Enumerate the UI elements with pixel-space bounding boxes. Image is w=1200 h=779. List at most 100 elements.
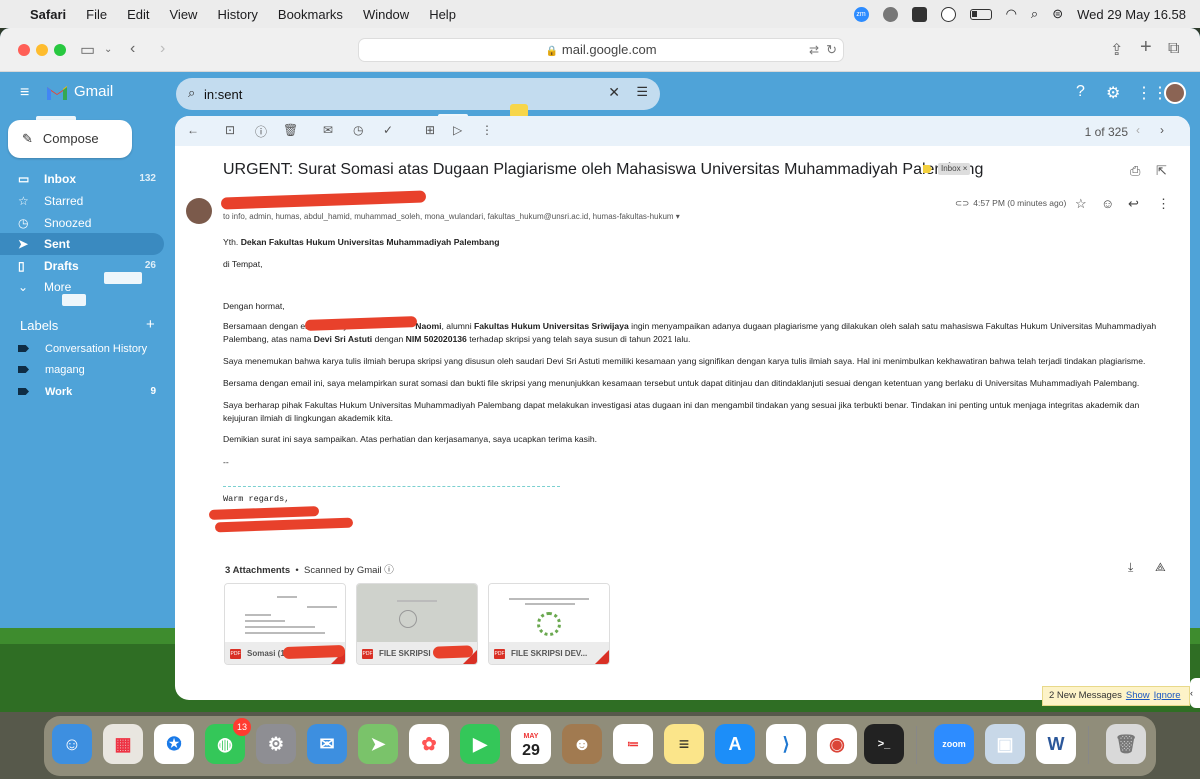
status-area: zm ◠ ⌕ ⊜ Wed 29 May 16.58: [853, 0, 1186, 28]
forward-icon[interactable]: ›: [160, 40, 165, 58]
back-icon[interactable]: ‹: [130, 40, 135, 58]
reminders-icon[interactable]: ≔: [613, 724, 653, 764]
maps-icon[interactable]: ➤: [358, 724, 398, 764]
notes-icon[interactable]: ≡: [664, 724, 704, 764]
share-icon[interactable]: ⇪: [1110, 40, 1123, 60]
menu-history[interactable]: History: [217, 7, 257, 22]
chevron-down-icon[interactable]: ⌄: [104, 44, 112, 55]
spotlight-icon[interactable]: ⌕: [1031, 6, 1038, 22]
delete-icon[interactable]: 🗑: [283, 123, 298, 137]
add-label-icon[interactable]: +: [146, 316, 155, 333]
menu-bookmarks[interactable]: Bookmarks: [278, 7, 343, 22]
calendar-icon[interactable]: MAY 29: [511, 724, 551, 764]
control-center-icon[interactable]: ⊜: [1052, 6, 1063, 22]
older-icon[interactable]: ›: [1160, 123, 1164, 137]
launchpad-icon[interactable]: ▦: [103, 724, 143, 764]
nav-more[interactable]: ⌄ More: [0, 276, 164, 298]
messages-icon[interactable]: ◍ 13: [205, 718, 251, 764]
download-all-icon[interactable]: ⤓: [1128, 560, 1133, 575]
message-more-icon[interactable]: ⋮: [1157, 196, 1170, 212]
label-work[interactable]: Work 9: [18, 381, 164, 403]
system-settings-icon[interactable]: ⚙: [256, 724, 296, 764]
show-link[interactable]: Show: [1126, 690, 1150, 701]
search-input[interactable]: [204, 84, 584, 104]
pdf-file-icon: PDF: [494, 649, 505, 659]
move-to-icon[interactable]: ⊞: [425, 123, 435, 137]
minimize-window-button[interactable]: [36, 44, 48, 56]
menu-window[interactable]: Window: [363, 7, 409, 22]
zoom-app-icon[interactable]: zoom: [934, 724, 974, 764]
label-icon[interactable]: ▷: [453, 123, 462, 137]
nav-starred[interactable]: ☆ Starred: [0, 190, 164, 212]
account-avatar[interactable]: [1164, 82, 1186, 104]
reload-icon[interactable]: ↻: [826, 39, 837, 61]
play-icon[interactable]: [940, 6, 956, 22]
translate-icon[interactable]: ⇄: [809, 39, 819, 61]
photos-icon[interactable]: ✿: [409, 724, 449, 764]
nav-drafts[interactable]: ▯ Drafts 26: [0, 255, 164, 277]
vpn-globe-icon[interactable]: [882, 6, 898, 22]
more-actions-icon[interactable]: ⋮: [481, 123, 493, 137]
menu-help[interactable]: Help: [429, 7, 456, 22]
menu-bar: Safari File Edit View History Bookmarks …: [0, 0, 1200, 28]
attachment-card[interactable]: FILE SKRIPSI DEV... PDF: [488, 583, 610, 665]
cloud-app-icon[interactable]: [911, 6, 927, 22]
finder-icon[interactable]: ☺: [52, 724, 92, 764]
word-icon[interactable]: W: [1036, 724, 1076, 764]
emoji-react-icon[interactable]: ☺: [1101, 196, 1114, 211]
tab-overview-icon[interactable]: ⧉: [1168, 40, 1179, 58]
new-tab-icon[interactable]: +: [1140, 36, 1152, 59]
reply-icon[interactable]: ↩: [1128, 196, 1139, 212]
settings-gear-icon[interactable]: ⚙: [1106, 83, 1120, 103]
newer-icon[interactable]: ‹: [1136, 123, 1140, 137]
add-task-icon[interactable]: ✓: [383, 123, 393, 137]
menu-app-name[interactable]: Safari: [30, 7, 66, 22]
compose-button[interactable]: ✎ Compose: [8, 120, 132, 158]
report-spam-icon[interactable]: ⓘ: [255, 123, 267, 140]
open-in-new-window-icon[interactable]: ⇱: [1156, 163, 1167, 179]
facetime-icon[interactable]: ▶: [460, 724, 500, 764]
ignore-link[interactable]: Ignore: [1154, 690, 1181, 701]
side-panel-toggle-icon[interactable]: ‹: [1190, 678, 1200, 708]
add-to-drive-icon[interactable]: ⟁: [1155, 560, 1166, 575]
recipients-line[interactable]: to info, admin, humas, abdul_hamid, muha…: [223, 212, 680, 221]
mail-icon[interactable]: ✉: [307, 724, 347, 764]
help-icon[interactable]: ?: [1076, 83, 1085, 101]
snooze-icon[interactable]: ◷: [353, 123, 363, 137]
nav-inbox[interactable]: ▭ Inbox 132: [0, 168, 164, 190]
mark-unread-icon[interactable]: ✉: [323, 123, 333, 137]
contacts-icon[interactable]: ☻: [562, 724, 602, 764]
address-bar[interactable]: 🔒 mail.google.com ⇄ ↻: [358, 38, 844, 62]
trash-icon[interactable]: 🗑: [1106, 724, 1146, 764]
menu-view[interactable]: View: [170, 7, 198, 22]
nav-sent[interactable]: ➤ Sent: [0, 233, 164, 255]
chrome-icon[interactable]: ◉: [817, 724, 857, 764]
terminal-icon[interactable]: >_: [864, 724, 904, 764]
nav-snoozed[interactable]: ◷ Snoozed: [0, 212, 164, 234]
sidebar-toggle-icon[interactable]: ▭: [80, 40, 95, 60]
archive-icon[interactable]: ⊡: [225, 123, 235, 137]
body-place: di Tempat,: [223, 259, 263, 269]
wifi-icon[interactable]: ◠: [1006, 6, 1017, 22]
vscode-icon[interactable]: ⟩: [766, 724, 806, 764]
back-to-list-icon[interactable]: ←: [187, 123, 199, 137]
app-store-icon[interactable]: A: [715, 724, 755, 764]
label-magang[interactable]: magang: [18, 359, 164, 381]
inbox-label-chip[interactable]: Inbox ×: [938, 163, 971, 175]
menu-file[interactable]: File: [86, 7, 107, 22]
main-menu-icon[interactable]: ≡: [20, 84, 29, 102]
preview-icon[interactable]: ▣: [985, 724, 1025, 764]
zoom-window-button[interactable]: [54, 44, 66, 56]
search-options-icon[interactable]: ☰: [636, 84, 648, 100]
search-icon[interactable]: ⌕: [188, 85, 195, 101]
clear-search-icon[interactable]: ✕: [608, 84, 620, 101]
battery-icon[interactable]: [969, 8, 992, 20]
clock[interactable]: Wed 29 May 16.58: [1077, 7, 1186, 22]
star-message-icon[interactable]: ☆: [1075, 196, 1087, 212]
zoom-status-icon[interactable]: zm: [853, 6, 869, 22]
close-window-button[interactable]: [18, 44, 30, 56]
print-icon[interactable]: ⎙: [1130, 163, 1140, 179]
menu-edit[interactable]: Edit: [127, 7, 149, 22]
label-conversation-history[interactable]: Conversation History: [18, 338, 164, 360]
safari-icon[interactable]: ✪: [154, 724, 194, 764]
